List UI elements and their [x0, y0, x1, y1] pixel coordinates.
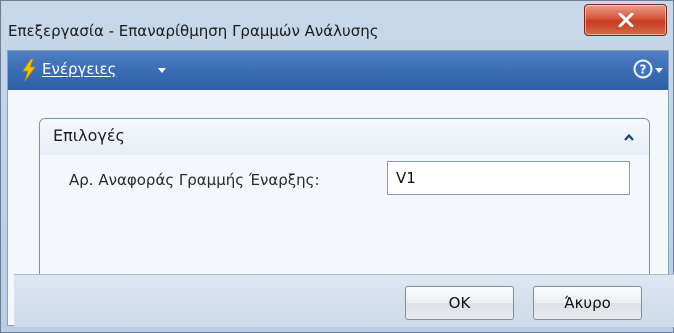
action-bar: Ενέργειες ? [8, 51, 668, 90]
start-line-label: Αρ. Αναφοράς Γραμμής Έναρξης: [69, 171, 320, 189]
lightning-bolt-icon [22, 59, 36, 81]
window-title: Επεξεργασία - Επαναρίθμηση Γραμμών Ανάλυ… [8, 22, 379, 40]
options-fasttab: Επιλογές Αρ. Αναφοράς Γραμμής Έναρξης: [39, 118, 650, 288]
dialog-content: Ενέργειες ? Επιλογές Αρ. Αναφοράς Γραμμή… [7, 50, 674, 327]
cancel-button[interactable]: Άκυρο [533, 286, 642, 320]
ok-button[interactable]: OK [405, 286, 514, 320]
start-line-input[interactable] [387, 161, 630, 195]
fasttab-body: Αρ. Αναφοράς Γραμμής Έναρξης: [40, 155, 649, 287]
title-bar[interactable]: Επεξεργασία - Επαναρίθμηση Γραμμών Ανάλυ… [1, 1, 673, 46]
help-chevron-down-icon[interactable] [655, 68, 663, 73]
fasttab-header[interactable]: Επιλογές [40, 119, 649, 155]
help-icon[interactable]: ? [633, 59, 653, 79]
fasttab-title: Επιλογές [53, 126, 125, 145]
chevron-down-icon[interactable] [158, 68, 166, 73]
close-button[interactable] [584, 4, 667, 36]
chevron-up-icon[interactable] [624, 134, 634, 141]
svg-text:?: ? [640, 63, 647, 77]
actions-menu[interactable]: Ενέργειες [42, 60, 116, 78]
button-bar: OK Άκυρο [14, 274, 674, 327]
close-icon [618, 13, 634, 27]
dialog-window: Επεξεργασία - Επαναρίθμηση Γραμμών Ανάλυ… [0, 0, 674, 333]
